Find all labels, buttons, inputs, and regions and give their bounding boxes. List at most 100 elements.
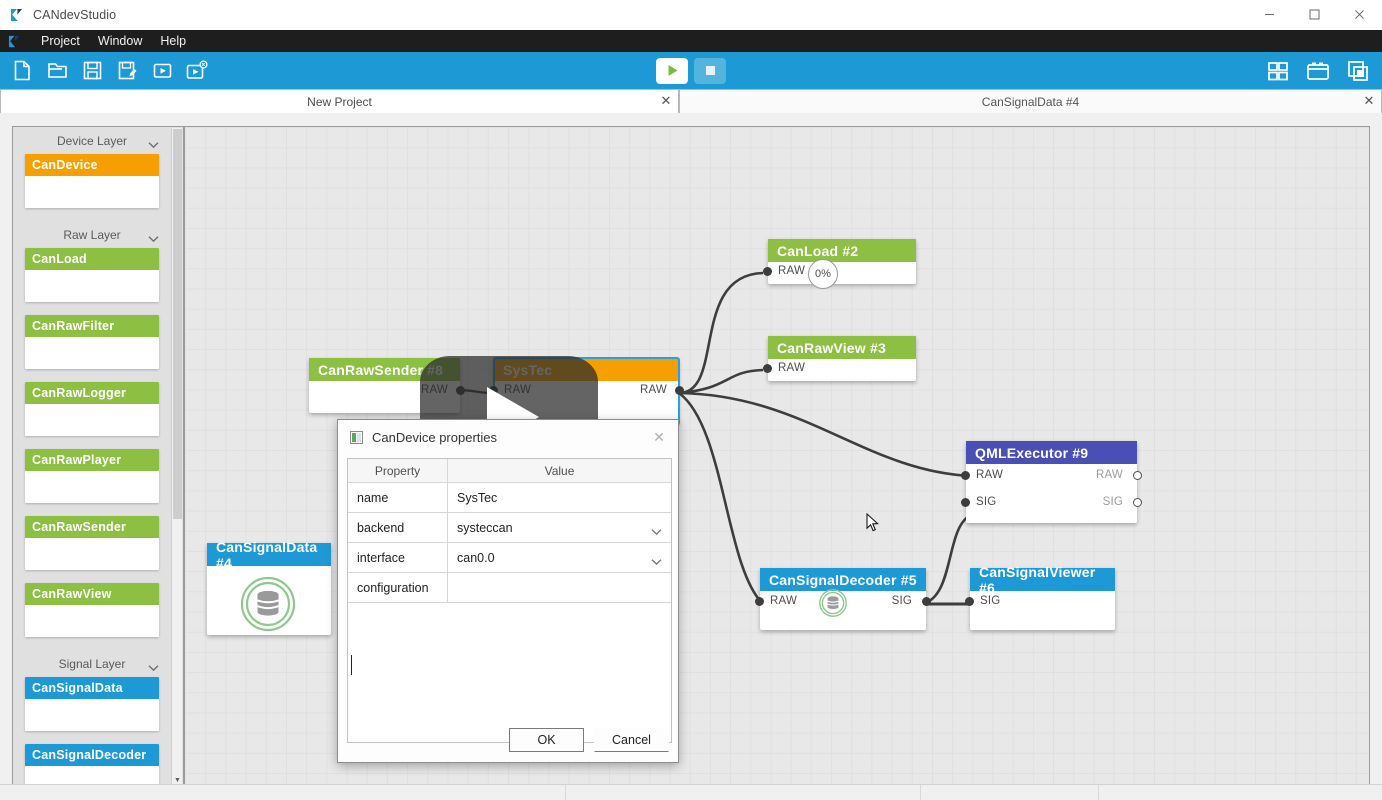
menu-item-window[interactable]: Window [90, 31, 150, 51]
palette-group-label: Device Layer [57, 134, 127, 148]
input-port-label-raw: RAW [778, 362, 805, 374]
canvas-node-cansignaldecoder-5[interactable]: CanSignalDecoder #5 RAW SIG [760, 568, 926, 630]
table-row: name SysTec [348, 483, 671, 513]
canvas-node-canload-2[interactable]: CanLoad #2 RAW 0% [768, 239, 916, 284]
palette-item-canrawview[interactable]: CanRawView [25, 583, 159, 637]
toolbar-left-group [0, 57, 211, 85]
maximize-icon[interactable] [1292, 0, 1337, 30]
minimize-icon[interactable] [1247, 0, 1292, 30]
close-icon[interactable]: ✕ [646, 425, 672, 449]
palette-item-header: CanRawLogger [25, 382, 159, 404]
simulate-icon[interactable] [148, 57, 176, 85]
scrollbar-thumb[interactable] [173, 129, 182, 519]
cascade-windows-icon[interactable] [1304, 57, 1332, 85]
palette-item-header: CanDevice [25, 154, 159, 176]
save-project-icon[interactable] [78, 57, 106, 85]
close-icon[interactable]: ✕ [659, 93, 673, 109]
palette-item-body [25, 699, 159, 731]
input-port-sig[interactable] [965, 597, 974, 606]
chevron-down-icon [148, 137, 159, 144]
palette-item-label: CanRawFilter [32, 319, 114, 333]
tile-windows-icon[interactable] [1264, 57, 1292, 85]
palette-item-canrawlogger[interactable]: CanRawLogger [25, 382, 159, 436]
ok-button[interactable]: OK [509, 728, 584, 752]
input-port-label-sig: SIG [976, 496, 996, 508]
tab-new-project[interactable]: New Project ✕ [0, 89, 679, 113]
input-port-raw[interactable] [763, 364, 772, 373]
palette-item-canrawplayer[interactable]: CanRawPlayer [25, 449, 159, 503]
property-name-cell: configuration [348, 573, 448, 603]
output-port-label-sig: SIG [892, 595, 912, 607]
combo-value-backend: systeccan [457, 521, 513, 535]
candevice-properties-dialog[interactable]: CanDevice properties ✕ Property Value na… [337, 419, 679, 763]
new-project-icon[interactable] [8, 57, 36, 85]
tab-cansignaldata-4[interactable]: CanSignalData #4 ✕ [679, 89, 1382, 113]
play-icon[interactable] [656, 58, 688, 84]
palette-group-raw-layer[interactable]: Raw Layer [13, 221, 171, 248]
input-port-label-raw: RAW [770, 595, 797, 607]
candevstudio-logo-icon [8, 35, 21, 48]
output-port-sig[interactable] [922, 597, 931, 606]
dialog-title-bar: CanDevice properties ✕ [338, 420, 678, 454]
cancel-button[interactable]: Cancel [594, 728, 669, 752]
properties-window-icon [350, 431, 363, 444]
node-palette-sidebar: Device Layer CanDevice Raw Layer [12, 126, 184, 785]
node-header: CanLoad #2 [768, 239, 916, 262]
simulate-stop-icon[interactable] [183, 57, 211, 85]
input-port-raw[interactable] [755, 597, 764, 606]
tab-label: CanSignalData #4 [680, 95, 1381, 109]
output-port-label-sig: SIG [1103, 496, 1123, 508]
palette-group-label: Raw Layer [63, 228, 120, 242]
tabbed-windows-icon[interactable] [1344, 57, 1372, 85]
chevron-down-icon[interactable] [651, 554, 662, 561]
text-caret [351, 655, 352, 675]
palette-item-body [25, 337, 159, 369]
property-name-cell: interface [348, 543, 448, 573]
save-as-project-icon[interactable] [113, 57, 141, 85]
property-value-cell-interface[interactable]: can0.0 [448, 543, 671, 573]
canvas-node-canrawview-3[interactable]: CanRawView #3 RAW [768, 336, 916, 381]
palette-group-signal-layer[interactable]: Signal Layer [13, 650, 171, 677]
output-port-raw[interactable] [1133, 471, 1142, 480]
open-project-icon[interactable] [43, 57, 71, 85]
input-port-raw[interactable] [961, 471, 970, 480]
menu-item-project[interactable]: Project [33, 31, 88, 51]
close-icon[interactable]: ✕ [1362, 93, 1376, 109]
chevron-down-icon[interactable] [651, 524, 662, 531]
tab-bar: New Project ✕ CanSignalData #4 ✕ [0, 89, 1382, 113]
palette-item-candevice[interactable]: CanDevice [25, 154, 159, 208]
canvas-node-cansignalviewer-6[interactable]: CanSignalViewer #6 SIG [970, 568, 1115, 630]
palette-group-device-layer[interactable]: Device Layer [13, 127, 171, 154]
status-segment-3 [921, 785, 1099, 800]
palette-item-cansignaldata[interactable]: CanSignalData [25, 677, 159, 731]
property-value-cell-backend[interactable]: systeccan [448, 513, 671, 543]
window-controls [1247, 0, 1382, 30]
node-title: QMLExecutor #9 [975, 445, 1088, 461]
output-port-sig[interactable] [1133, 498, 1142, 507]
input-port-raw[interactable] [763, 267, 772, 276]
column-header-property: Property [348, 459, 448, 483]
close-icon[interactable] [1337, 0, 1382, 30]
property-value-cell-configuration[interactable] [448, 573, 671, 603]
palette-item-canload[interactable]: CanLoad [25, 248, 159, 302]
input-port-sig[interactable] [961, 498, 970, 507]
palette-item-canrawsender[interactable]: CanRawSender [25, 516, 159, 570]
sidebar-scrollbar[interactable]: ▲ ▼ [171, 128, 182, 785]
menu-item-help[interactable]: Help [152, 31, 194, 51]
property-value-cell-name[interactable]: SysTec [448, 483, 671, 513]
title-bar: CANdevStudio [0, 0, 1382, 30]
table-row: backend systeccan [348, 513, 671, 543]
database-icon [238, 575, 298, 638]
candevstudio-logo-icon [10, 8, 24, 22]
palette-item-label: CanRawPlayer [32, 453, 121, 467]
palette-item-canrawfilter[interactable]: CanRawFilter [25, 315, 159, 369]
palette-item-cansignaldecoder[interactable]: CanSignalDecoder [25, 744, 159, 785]
output-port-raw[interactable] [675, 386, 684, 395]
canvas-node-qmlexecutor-9[interactable]: QMLExecutor #9 RAW SIG RAW SIG [966, 441, 1137, 523]
tab-label: New Project [1, 95, 678, 109]
palette-item-label: CanRawView [32, 587, 112, 601]
chevron-down-icon [148, 660, 159, 667]
canvas-node-cansignaldata-4[interactable]: CanSignalData #4 [207, 543, 331, 635]
output-port-label-raw: RAW [1096, 469, 1123, 481]
stop-icon[interactable] [694, 58, 726, 84]
